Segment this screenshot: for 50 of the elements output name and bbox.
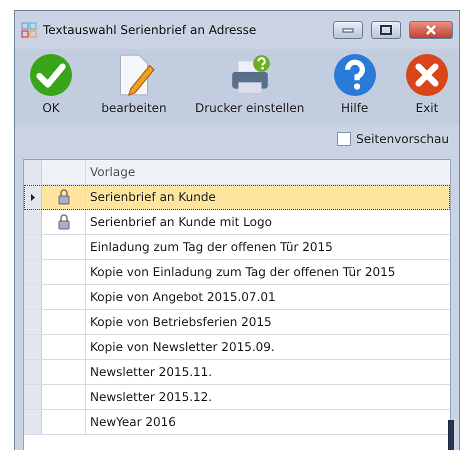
toolbar-button[interactable]: OK [27,49,75,125]
table-cell-text: Kopie von Newsletter 2015.09. [89,339,276,356]
row-header-cell[interactable] [24,210,42,234]
table-row[interactable]: Newsletter 2015.11. [24,360,450,385]
table-row[interactable]: Kopie von Angebot 2015.07.01 [24,285,450,310]
close-icon [405,53,449,97]
table-cell-text: Newsletter 2015.12. [89,389,214,406]
table-row[interactable]: Serienbrief an Kunde mit Logo [24,210,450,235]
toolbar-button[interactable]: Exit [403,49,451,125]
table-row[interactable]: Kopie von Einladung zum Tag der offenen Tür 2015 [24,260,450,285]
table-row[interactable]: Serienbrief an Kunde [24,185,450,210]
help-icon [332,53,377,97]
maximize-button[interactable] [371,21,401,39]
table-cell-text: Einladung zum Tag der offenen Tür 2015 [89,239,334,256]
table-cell-text: Kopie von Einladung zum Tag der offenen Tür 2015 [89,264,396,281]
table-cell-text: Newsletter 2015.11. [89,364,214,381]
preview-checkbox[interactable]: Seitenvorschau [337,129,449,149]
row-header-cell[interactable] [24,385,42,409]
window-title: Textauswahl Serienbrief an Adresse [43,23,258,37]
maximize-icon [380,25,392,35]
table-row[interactable]: Kopie von Newsletter 2015.09. [24,335,450,360]
table-cell-text: Kopie von Angebot 2015.07.01 [89,289,277,306]
minimize-button[interactable] [333,21,363,39]
column-header[interactable]: Vorlage [86,160,450,184]
toolbar-button[interactable]: Hilfe [330,49,379,125]
row-header-cell[interactable] [24,335,42,359]
toolbar-button[interactable]: bearbeiten [99,49,169,125]
table-row[interactable]: Einladung zum Tag der offenen Tür 2015 [24,235,450,260]
app-logo-icon [21,22,37,38]
row-header-cell[interactable] [24,310,42,334]
row-pointer-icon [30,194,34,200]
row-header-cell[interactable] [24,235,42,259]
close-icon [425,25,437,35]
row-header-cell[interactable] [24,360,42,384]
row-header-cell[interactable] [24,185,42,209]
checkmark-icon [29,53,73,97]
scrollbar-thumb[interactable] [448,420,454,450]
row-header-cell[interactable] [24,285,42,309]
row-header-cell[interactable] [24,260,42,284]
table-row[interactable]: Newsletter 2015.12. [24,385,450,410]
table-cell-text: Serienbrief an Kunde mit Logo [89,214,273,231]
table-cell-text: Serienbrief an Kunde [89,189,217,206]
table-row[interactable]: Kopie von Betriebsferien 2015 [24,310,450,335]
table-cell-text: Kopie von Betriebsferien 2015 [89,314,273,331]
close-button[interactable] [409,21,453,39]
table-cell-text: NewYear 2016 [89,414,177,431]
row-header-cell[interactable] [24,410,42,434]
minimize-icon [342,27,354,33]
table-row[interactable]: NewYear 2016 [24,410,450,435]
toolbar-button[interactable]: Drucker einstellen [192,49,306,125]
